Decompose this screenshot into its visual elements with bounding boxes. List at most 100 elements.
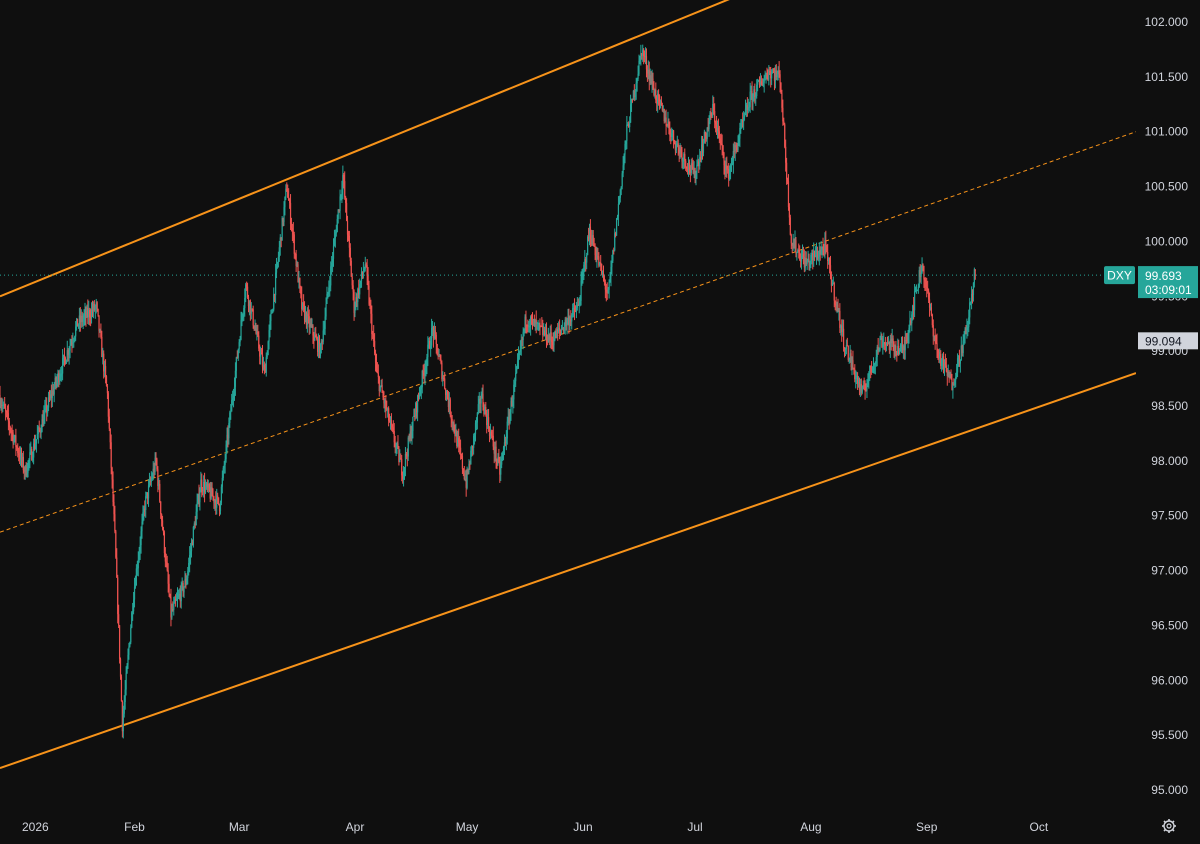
candle-body	[950, 374, 952, 379]
candle-body	[372, 333, 374, 335]
candle-body	[113, 502, 115, 515]
marker-price-label: 99.094	[1145, 334, 1182, 348]
candle-body	[47, 407, 49, 413]
candle-body	[470, 450, 472, 465]
candle-body	[112, 479, 114, 503]
candle-body	[77, 324, 80, 327]
y-tick-label: 100.000	[1145, 234, 1189, 248]
candle-body	[453, 422, 455, 431]
candle-body	[68, 350, 70, 355]
y-tick-label: 102.000	[1145, 15, 1189, 29]
candle-body	[114, 514, 116, 532]
candle-body	[331, 258, 334, 263]
candle-body	[201, 479, 203, 490]
candle-body	[516, 360, 519, 368]
candle-body	[629, 104, 632, 123]
candle-body	[665, 117, 667, 126]
candle-body	[230, 411, 232, 413]
candle-body	[722, 145, 724, 154]
candle-body	[17, 446, 19, 454]
candle-body	[235, 357, 237, 371]
candle-body	[360, 280, 362, 284]
candle-body	[825, 240, 827, 245]
candle-body	[424, 368, 426, 376]
chart-background	[0, 0, 1200, 844]
candle-body	[917, 286, 919, 290]
candle-body	[892, 338, 894, 342]
candle-body	[506, 421, 508, 439]
marker-price-badge: 99.094	[1138, 332, 1198, 350]
candle-body	[363, 268, 365, 272]
candle-body	[106, 386, 109, 394]
candle-body	[272, 309, 274, 313]
candle-body	[303, 302, 305, 307]
candle-body	[35, 439, 38, 444]
candle-body	[72, 341, 74, 344]
candle-body	[425, 366, 427, 369]
candle-body	[59, 376, 61, 382]
candle-body	[395, 445, 397, 448]
candle-body	[150, 478, 152, 482]
candle-body	[757, 81, 759, 85]
candle-body	[132, 599, 135, 612]
candle-body	[5, 408, 7, 412]
candle-body	[237, 349, 239, 358]
candle-body	[159, 483, 161, 502]
candle-body	[672, 130, 675, 142]
candle-body	[105, 376, 108, 387]
candle-body	[220, 486, 223, 503]
candle-body	[8, 421, 10, 428]
candle-body	[330, 266, 332, 286]
candle-body	[9, 427, 11, 431]
candle-body	[18, 453, 20, 456]
candle-body	[729, 165, 732, 170]
candle-body	[652, 78, 654, 88]
candle-body	[160, 501, 162, 515]
candle-body	[426, 357, 428, 367]
candle-body	[312, 325, 314, 336]
candle-body	[911, 314, 913, 324]
candle-body	[480, 397, 482, 404]
candle-body	[636, 79, 638, 84]
candle-body	[333, 238, 336, 246]
candle-body	[229, 412, 231, 424]
candle-body	[82, 318, 84, 322]
candle-body	[329, 285, 331, 288]
candle-body	[671, 133, 673, 137]
candle-body	[75, 326, 77, 337]
price-axis[interactable]: 102.000101.500101.000100.500100.00099.50…	[1145, 15, 1189, 797]
candle-body	[107, 393, 109, 417]
candle-body	[315, 334, 317, 338]
candle-body	[118, 614, 120, 626]
candle-body	[29, 452, 31, 460]
candle-body	[290, 223, 293, 229]
candle-body	[271, 312, 273, 314]
candle-body	[321, 341, 323, 343]
candle-body	[970, 301, 972, 303]
candle-body	[228, 423, 230, 439]
candle-body	[571, 315, 573, 322]
x-tick-label: Aug	[800, 820, 821, 834]
candle-body	[36, 434, 38, 440]
candle-body	[420, 387, 422, 390]
candle-body	[941, 360, 943, 366]
candle-body	[219, 502, 222, 512]
candle-body	[658, 95, 661, 102]
candle-body	[53, 387, 55, 395]
price-chart[interactable]: 102.000101.500101.000100.500100.00099.50…	[0, 0, 1200, 844]
candle-body	[257, 331, 259, 336]
candle-body	[609, 276, 611, 283]
candle-body	[545, 327, 548, 342]
candle-body	[263, 365, 265, 369]
candle-body	[732, 151, 734, 165]
candle-body	[117, 577, 119, 615]
candle-body	[579, 300, 581, 304]
candle-body	[528, 326, 530, 328]
candle-body	[523, 328, 525, 332]
candle-body	[141, 521, 143, 532]
candle-body	[130, 627, 132, 643]
candle-body	[359, 283, 361, 295]
candle-body	[522, 331, 524, 341]
candle-body	[242, 314, 244, 318]
candle-body	[362, 271, 365, 275]
